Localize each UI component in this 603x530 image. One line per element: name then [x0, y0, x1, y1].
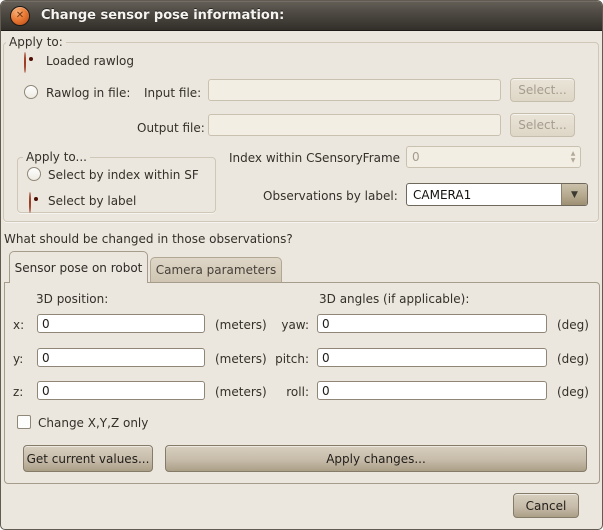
angle-input-pitch[interactable]: [317, 348, 547, 367]
index-within-label: Index within CSensoryFrame: [229, 151, 400, 165]
get-current-values-button[interactable]: Get current values...: [23, 445, 153, 472]
deg-unit-pitch: (deg): [557, 352, 589, 366]
deg-unit-yaw: (deg): [557, 318, 589, 332]
tab-camera-parameters[interactable]: Camera parameters: [150, 257, 282, 282]
position-input-z[interactable]: [37, 381, 205, 400]
input-file-field: [208, 79, 501, 101]
position-header: 3D position:: [36, 292, 108, 306]
position-label-x: x:: [13, 318, 24, 332]
change-xyz-checkbox[interactable]: [17, 415, 31, 429]
select-by-index-radio[interactable]: [27, 167, 41, 181]
observations-combobox-value: CAMERA1: [407, 184, 561, 205]
position-label-z: z:: [13, 385, 23, 399]
spin-up-icon: ▲: [571, 151, 576, 157]
tab-camera-parameters-label: Camera parameters: [156, 263, 277, 277]
get-current-values-label: Get current values...: [27, 452, 150, 466]
output-file-field: [208, 114, 501, 136]
loaded-rawlog-radio[interactable]: [24, 52, 26, 73]
apply-to-legend: Apply to:: [6, 35, 66, 49]
spinner-arrows: ▲ ▼: [566, 151, 580, 164]
rawlog-in-file-radio[interactable]: [24, 85, 38, 99]
output-file-label: Output file:: [137, 121, 205, 135]
angles-header: 3D angles (if applicable):: [319, 292, 469, 306]
input-file-select-label: Select...: [518, 83, 566, 97]
tab-sensor-pose[interactable]: Sensor pose on robot: [9, 251, 148, 283]
cancel-button[interactable]: Cancel: [513, 493, 579, 518]
index-spinner: 0 ▲ ▼: [406, 146, 581, 168]
change-xyz-label: Change X,Y,Z only: [38, 416, 148, 430]
angle-label-pitch: pitch:: [275, 352, 309, 366]
chevron-down-icon: ▼: [571, 190, 578, 200]
meters-unit-x: (meters): [215, 318, 267, 332]
output-file-select-button: Select...: [510, 113, 575, 137]
meters-unit-y: (meters): [215, 352, 267, 366]
select-by-label-label: Select by label: [48, 194, 136, 208]
deg-unit-roll: (deg): [557, 385, 589, 399]
apply-changes-button[interactable]: Apply changes...: [165, 445, 587, 472]
input-file-label: Input file:: [144, 86, 201, 100]
tab-sensor-pose-label: Sensor pose on robot: [15, 261, 143, 275]
index-spinner-value: 0: [407, 150, 566, 164]
question-label: What should be changed in those observat…: [4, 232, 293, 246]
angle-input-yaw[interactable]: [317, 314, 547, 333]
meters-unit-z: (meters): [215, 385, 267, 399]
titlebar[interactable]: ✕ Change sensor pose information:: [1, 1, 603, 31]
position-label-y: y:: [13, 352, 23, 366]
dialog-window: ✕ Change sensor pose information: Apply …: [0, 0, 603, 530]
cancel-label: Cancel: [526, 499, 567, 513]
angle-input-roll[interactable]: [317, 381, 547, 400]
angle-label-roll: roll:: [286, 385, 309, 399]
select-by-index-label: Select by index within SF: [48, 168, 199, 182]
close-button[interactable]: ✕: [10, 6, 30, 26]
position-input-x[interactable]: [37, 314, 205, 333]
observations-label: Observations by label:: [263, 189, 398, 203]
spin-down-icon: ▼: [571, 158, 576, 164]
combobox-dropdown-button[interactable]: ▼: [561, 184, 587, 205]
angle-label-yaw: yaw:: [281, 318, 309, 332]
rawlog-in-file-label: Rawlog in file:: [46, 86, 130, 100]
loaded-rawlog-label: Loaded rawlog: [46, 54, 134, 68]
close-icon: ✕: [16, 11, 24, 21]
output-file-select-label: Select...: [518, 118, 566, 132]
position-input-y[interactable]: [37, 348, 205, 367]
apply-changes-label: Apply changes...: [326, 452, 426, 466]
select-by-label-radio[interactable]: [29, 192, 31, 213]
inner-apply-to-legend: Apply to...: [23, 150, 90, 164]
observations-combobox[interactable]: CAMERA1 ▼: [406, 183, 588, 206]
window-title: Change sensor pose information:: [41, 8, 284, 23]
input-file-select-button: Select...: [510, 78, 575, 102]
